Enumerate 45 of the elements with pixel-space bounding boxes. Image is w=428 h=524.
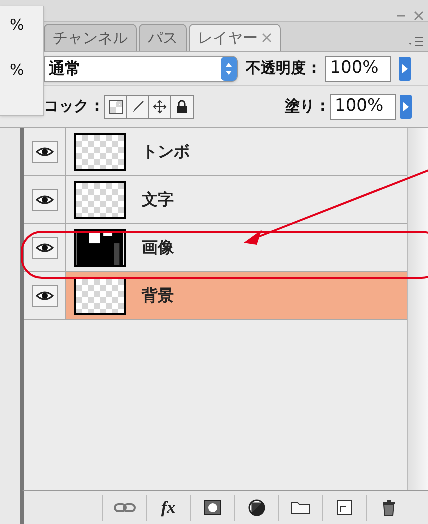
opacity-field[interactable]: 100%	[325, 56, 392, 82]
lock-brush-button[interactable]	[127, 96, 150, 118]
close-icon[interactable]	[414, 11, 424, 21]
lock-all-button[interactable]	[171, 96, 194, 118]
opacity-label: 不透明度 :	[246, 58, 318, 80]
link-icon[interactable]	[114, 502, 136, 512]
tab[interactable]: パス	[139, 24, 187, 51]
effects-button[interactable]: fx	[161, 494, 176, 520]
layer-row[interactable]: 画像	[24, 224, 407, 272]
eye-icon[interactable]	[36, 290, 54, 300]
layer-name: 背景	[142, 284, 174, 306]
percent-text: %	[10, 60, 24, 80]
fill-label: 塗り :	[284, 96, 326, 118]
folder-icon[interactable]	[290, 500, 310, 514]
blend-mode-dropdown[interactable]: 通常	[44, 56, 238, 82]
tab[interactable]: レイヤー	[189, 24, 281, 51]
lock-transparency-button[interactable]	[105, 96, 128, 118]
eye-icon[interactable]	[36, 146, 54, 156]
new-layer-icon[interactable]	[336, 500, 352, 516]
layer-name: 文字	[142, 188, 174, 210]
move-icon	[152, 100, 167, 114]
layer-thumbnail	[74, 180, 126, 218]
updown-icon	[221, 56, 237, 80]
layer-row[interactable]: 文字	[24, 176, 407, 224]
layer-thumbnail	[74, 276, 126, 314]
half-circle-icon[interactable]	[248, 498, 266, 516]
layer-thumbnail	[74, 132, 126, 170]
layer-thumbnail	[74, 228, 126, 266]
layer-name: トンボ	[142, 140, 190, 162]
layer-row[interactable]: トンボ	[24, 128, 407, 176]
mask-icon[interactable]	[204, 500, 222, 516]
trash-icon[interactable]	[382, 498, 396, 516]
eye-icon[interactable]	[36, 242, 54, 252]
lock-move-button[interactable]	[149, 96, 172, 118]
layer-row[interactable]: 背景	[24, 272, 407, 320]
lock-label: コック :	[44, 96, 100, 118]
percent-text: %	[10, 15, 24, 36]
layer-name: 画像	[142, 236, 174, 258]
visibility-toggle[interactable]	[24, 272, 66, 319]
eye-icon[interactable]	[36, 194, 54, 204]
menu-icon[interactable]	[408, 37, 424, 47]
brush-icon	[130, 100, 145, 114]
lock-icon	[176, 100, 188, 114]
tab[interactable]: チャンネル	[44, 24, 137, 51]
fill-field[interactable]: 100%	[330, 94, 396, 120]
